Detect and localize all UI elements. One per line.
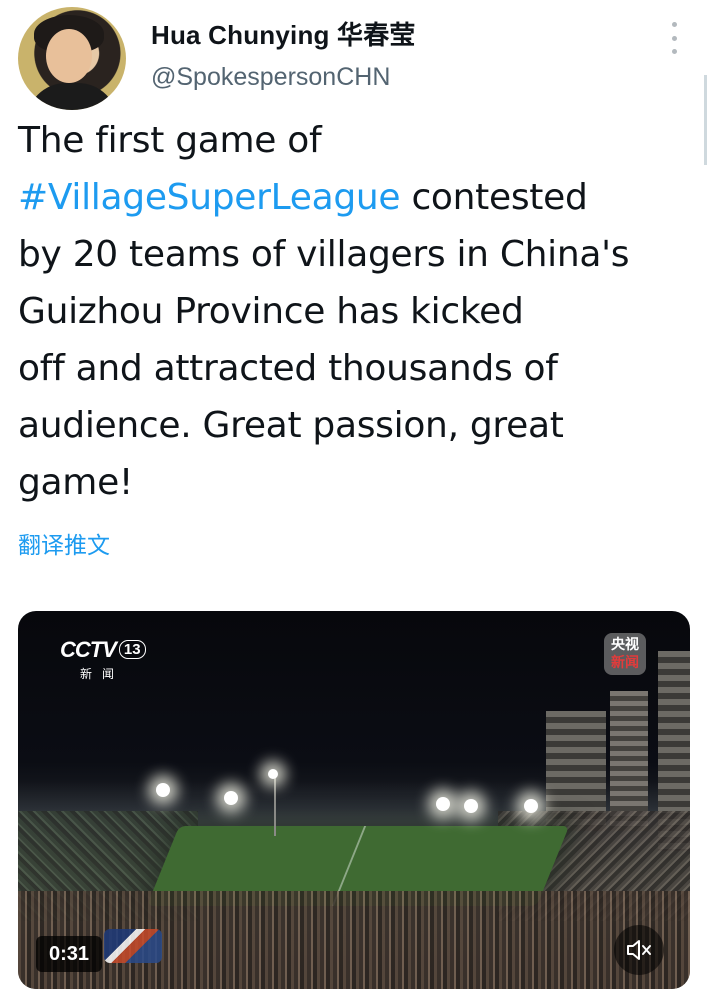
tweet-line-text: by 20 teams of villagers in China's: [18, 234, 630, 275]
tweet-text: The first game of #VillageSuperLeague co…: [18, 112, 698, 511]
channel-number: 13: [118, 640, 146, 659]
dot: [671, 49, 677, 54]
avatar-face: [46, 29, 92, 83]
floodlight: [524, 799, 538, 813]
news-logo-bottom: 新闻: [611, 655, 639, 671]
tweet-line-text: game!: [18, 462, 134, 503]
tweet-line-text: The first game of: [18, 120, 322, 161]
floodlight: [268, 769, 278, 779]
building: [610, 691, 648, 831]
tweet-line-1: The first game of: [18, 112, 698, 169]
tweet-line-text: audience. Great passion, great: [18, 405, 564, 446]
cctv-logo: CCTV 13 新闻: [60, 637, 146, 682]
tweet-line-6: audience. Great passion, great: [18, 397, 698, 454]
floodlight-pole: [274, 776, 276, 836]
dot: [671, 35, 677, 41]
cctv-logo-text: CCTV: [60, 637, 117, 662]
tweet-line-4: Guizhou Province has kicked: [18, 283, 698, 340]
floodlight: [464, 799, 478, 813]
video-thumbnail-overlay: [104, 929, 162, 963]
floodlight: [156, 783, 170, 797]
avatar[interactable]: [18, 7, 126, 110]
video-duration: 0:31: [36, 936, 102, 972]
tweet-line-text: Guizhou Province has kicked: [18, 291, 524, 332]
tweet-line-2: #VillageSuperLeague contested: [18, 169, 698, 226]
hashtag-link[interactable]: #VillageSuperLeague: [18, 177, 401, 218]
floodlight: [224, 791, 238, 805]
tweet-line-text: contested: [400, 177, 588, 218]
dot: [671, 22, 677, 27]
avatar-body: [26, 83, 118, 110]
tweet-line-text: off and attracted thousands of: [18, 348, 558, 389]
tweet-line-7: game!: [18, 454, 698, 511]
more-options-icon[interactable]: [663, 20, 685, 56]
tweet-line-3: by 20 teams of villagers in China's: [18, 226, 698, 283]
mute-button[interactable]: [614, 925, 664, 975]
floodlight: [436, 797, 450, 811]
channel-subtitle: 新闻: [80, 667, 125, 681]
author-name[interactable]: Hua Chunying 华春莹: [151, 15, 416, 52]
news-logo-top: 央视: [611, 637, 639, 653]
translate-tweet-link[interactable]: 翻译推文: [18, 526, 110, 560]
muted-speaker-icon: [627, 940, 651, 960]
news-corner-logo: 央视 新闻: [604, 633, 646, 675]
author-handle[interactable]: @SpokespersonCHN: [151, 63, 390, 92]
video-player[interactable]: CCTV 13 新闻 央视 新闻 0:31: [18, 611, 690, 989]
tweet-line-5: off and attracted thousands of: [18, 340, 698, 397]
